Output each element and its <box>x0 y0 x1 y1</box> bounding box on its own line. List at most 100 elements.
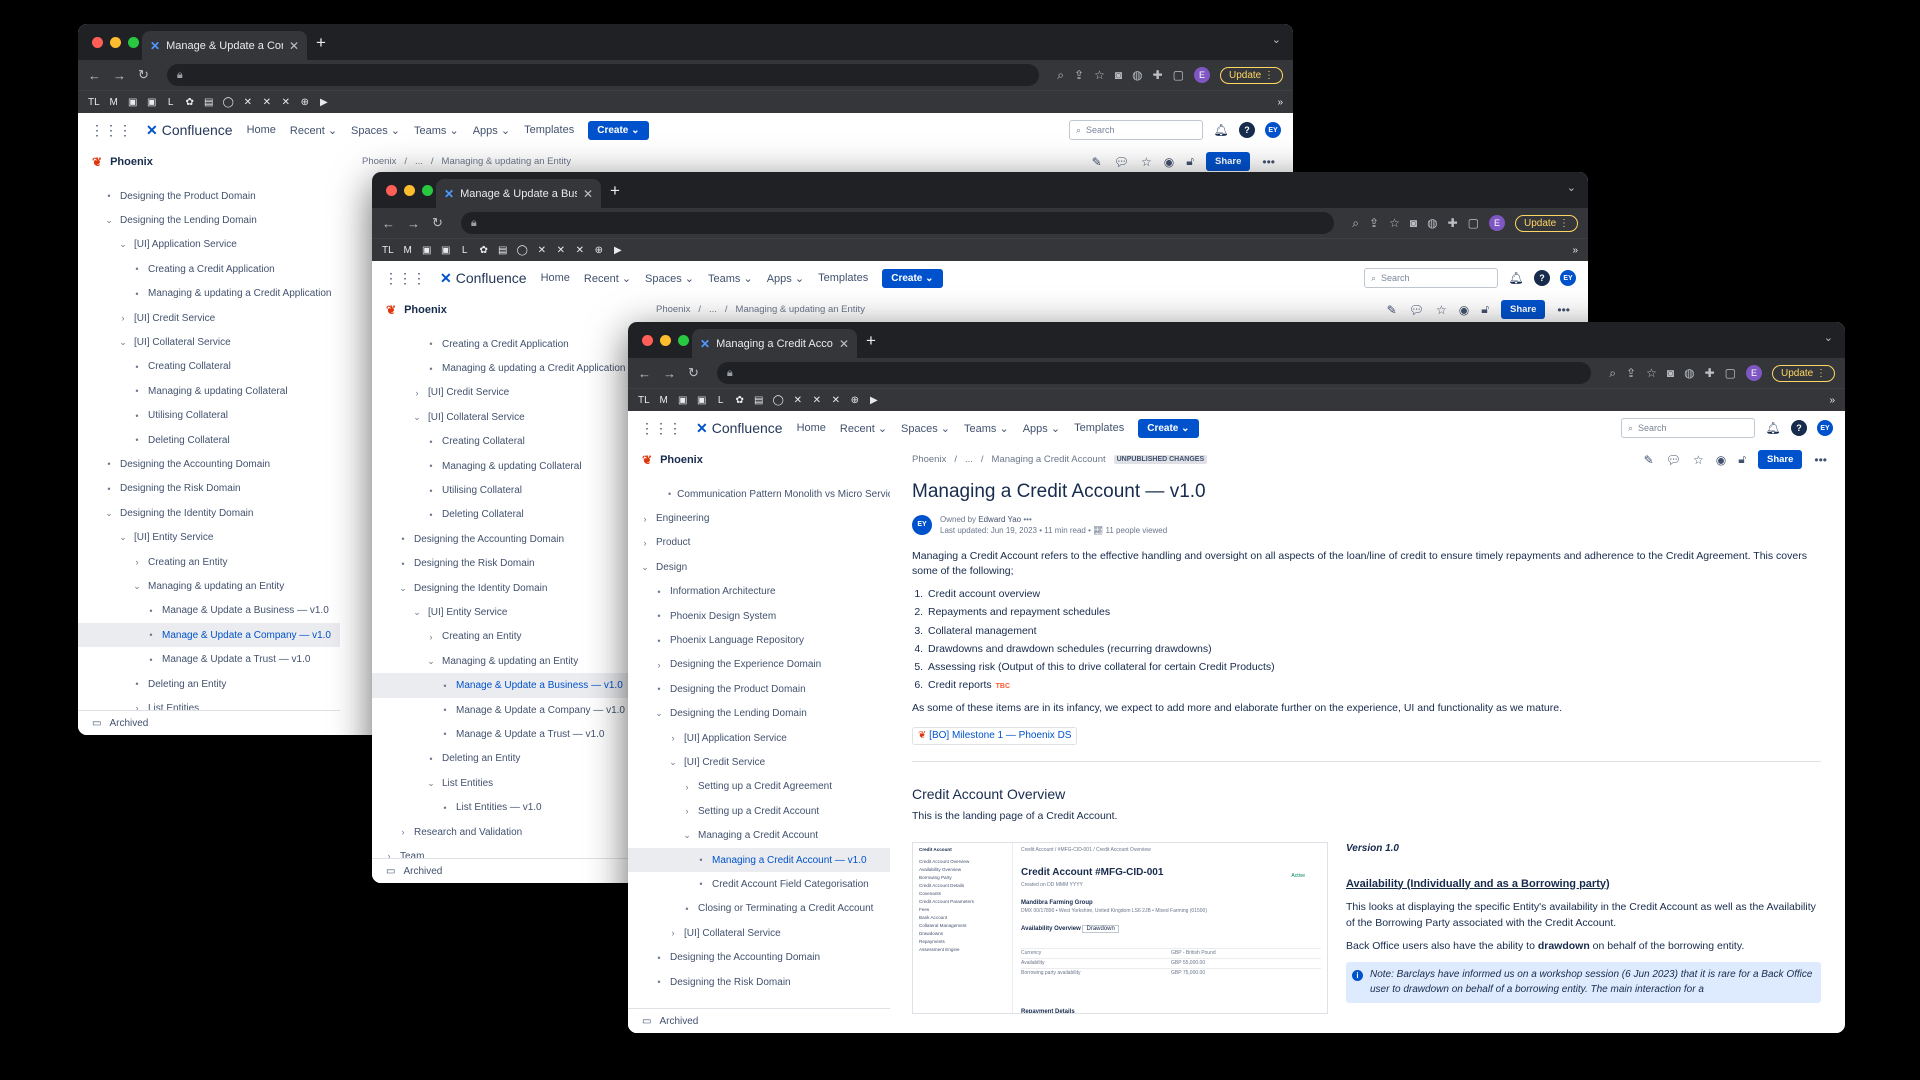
nav-item-apps[interactable]: Apps ⌄ <box>1023 422 1060 435</box>
back-icon[interactable]: ← <box>88 68 101 83</box>
bookmark-star-icon[interactable]: ☆ <box>1389 216 1400 230</box>
bookmark-item[interactable]: ▤ <box>498 245 508 256</box>
profile-avatar[interactable]: E <box>1745 365 1762 381</box>
camera-icon[interactable]: ◙ <box>1115 68 1122 82</box>
nav-item-home[interactable]: Home <box>541 272 570 285</box>
chevron-down-icon[interactable]: ⌄ <box>640 562 650 573</box>
tree-item[interactable]: ⌄ Designing the Identity Domain <box>78 501 340 525</box>
nav-item-recent[interactable]: Recent ⌄ <box>840 422 887 435</box>
tree-item[interactable]: • Phoenix Language Repository <box>628 628 890 652</box>
bookmark-item[interactable]: ✕ <box>537 245 547 256</box>
puzzle-icon[interactable]: ✚ <box>1705 366 1715 380</box>
restrictions-icon[interactable]: 🔓︎ <box>1186 154 1194 169</box>
nav-item-templates[interactable]: Templates <box>524 124 574 137</box>
breadcrumb-item[interactable]: Managing a Credit Account <box>992 454 1106 465</box>
bookmark-item[interactable]: ✕ <box>575 245 585 256</box>
minimize-window-button[interactable] <box>110 37 121 48</box>
nav-item-spaces[interactable]: Spaces ⌄ <box>901 422 950 435</box>
zoom-icon[interactable]: ⌕ <box>1057 68 1064 83</box>
tree-item[interactable]: • Designing the Accounting Domain <box>372 527 634 551</box>
unpublished-badge[interactable]: UNPUBLISHED CHANGES <box>1113 455 1208 464</box>
bookmark-item[interactable]: ▶ <box>319 97 329 108</box>
tab-close-icon[interactable]: ✕ <box>839 337 849 351</box>
maximize-window-button[interactable] <box>128 37 139 48</box>
chevron-right-icon[interactable]: › <box>426 632 436 642</box>
tree-item[interactable]: › Creating an Entity <box>372 625 634 649</box>
bookmark-item[interactable]: ◯ <box>517 245 528 256</box>
bookmark-item[interactable]: ✕ <box>262 97 272 108</box>
edit-icon[interactable]: ✎ <box>1644 453 1654 467</box>
breadcrumb-item[interactable]: Managing & updating an Entity <box>442 156 571 167</box>
bookmark-item[interactable]: ✕ <box>793 395 803 406</box>
nav-item-teams[interactable]: Teams ⌄ <box>964 422 1009 435</box>
tree-item[interactable]: › Product <box>628 531 890 555</box>
nav-item-spaces[interactable]: Spaces ⌄ <box>351 124 400 137</box>
tree-item[interactable]: • Managing a Credit Account — v1.0 <box>628 847 890 873</box>
comment-icon[interactable]: 💬︎ <box>1114 155 1129 169</box>
bookmark-star-icon[interactable]: ☆ <box>1646 366 1657 380</box>
chevron-right-icon[interactable]: › <box>668 928 678 938</box>
bookmark-item[interactable]: M <box>403 245 413 256</box>
chevron-down-icon[interactable]: ⌄ <box>398 583 408 594</box>
help-icon[interactable]: ? <box>1534 270 1550 286</box>
archived-link[interactable]: ▭ Archived <box>628 1008 890 1033</box>
extension-a-icon[interactable]: ◍ <box>1132 68 1142 82</box>
bookmarks-overflow-icon[interactable]: » <box>1572 245 1578 256</box>
tree-item[interactable]: • Manage & Update a Company — v1.0 <box>78 623 340 648</box>
tree-item[interactable]: • Phoenix Design System <box>628 604 890 628</box>
chevron-down-icon[interactable]: ⌄ <box>118 337 128 348</box>
chevron-right-icon[interactable]: › <box>640 538 650 548</box>
profile-avatar[interactable]: E <box>1488 215 1505 231</box>
bookmarks-overflow-icon[interactable]: » <box>1277 97 1283 108</box>
tree-item[interactable]: • Creating Collateral <box>78 355 340 379</box>
nav-item-apps[interactable]: Apps ⌄ <box>473 124 510 137</box>
close-window-button[interactable] <box>386 185 397 196</box>
tree-item[interactable]: › Setting up a Credit Account <box>628 799 890 823</box>
breadcrumb-item[interactable]: ... <box>709 304 717 315</box>
bookmark-item[interactable]: TL <box>88 97 100 108</box>
tree-item[interactable]: • Managing & updating a Credit Applicatio… <box>372 356 634 380</box>
bookmark-item[interactable]: ▣ <box>678 395 688 406</box>
tree-item[interactable]: › Research and Validation <box>372 820 634 844</box>
create-button[interactable]: Create ⌄ <box>882 268 943 288</box>
bookmark-item[interactable]: ✿ <box>479 245 489 256</box>
embedded-screenshot[interactable]: Credit Account Credit Account Overview Av… <box>912 842 1328 1014</box>
tree-item[interactable]: › [UI] Collateral Service <box>628 921 890 945</box>
tree-item[interactable]: • Closing or Terminating a Credit Account <box>628 897 890 921</box>
owner-avatar[interactable]: EY <box>912 515 932 536</box>
zoom-icon[interactable]: ⌕ <box>1352 216 1359 231</box>
chevron-right-icon[interactable]: › <box>682 782 692 792</box>
chevron-down-icon[interactable]: ⌄ <box>426 778 436 789</box>
share-page-icon[interactable]: ⇪ <box>1074 68 1084 82</box>
nav-item-templates[interactable]: Templates <box>818 272 868 285</box>
more-actions-icon[interactable]: ••• <box>1262 155 1275 169</box>
tree-item[interactable]: ⌄ [UI] Entity Service <box>78 525 340 549</box>
sidepanel-icon[interactable]: ▢ <box>1725 366 1736 380</box>
chevron-right-icon[interactable]: › <box>118 313 128 323</box>
bookmarks-overflow-icon[interactable]: » <box>1829 395 1835 406</box>
share-page-icon[interactable]: ⇪ <box>1369 216 1379 230</box>
tree-item[interactable]: • Deleting Collateral <box>78 428 340 452</box>
owner-name[interactable]: Edward Yao <box>978 515 1021 524</box>
app-switcher-icon[interactable]: ⋮⋮⋮ <box>640 420 682 437</box>
bookmark-item[interactable]: ◯ <box>773 395 784 406</box>
bookmark-item[interactable]: ✕ <box>831 395 841 406</box>
nav-item-spaces[interactable]: Spaces ⌄ <box>645 272 694 285</box>
tree-item[interactable]: • Utilising Collateral <box>78 404 340 428</box>
browser-tab[interactable]: ✕ Manage & Update a Company ✕ <box>142 31 307 60</box>
tree-item[interactable]: › Setting up a Credit Agreement <box>628 775 890 799</box>
app-switcher-icon[interactable]: ⋮⋮⋮ <box>90 122 132 139</box>
tab-search-chevron-icon[interactable]: ⌄ <box>1567 181 1576 194</box>
new-tab-icon[interactable]: + <box>610 181 620 201</box>
help-icon[interactable]: ? <box>1239 122 1255 138</box>
confluence-logo[interactable]: ✕ Confluence <box>696 420 783 437</box>
camera-icon[interactable]: ◙ <box>1410 216 1417 230</box>
tree-item[interactable]: • Designing the Risk Domain <box>372 552 634 576</box>
star-icon[interactable]: ☆ <box>1141 155 1152 169</box>
archived-link[interactable]: ▭ Archived <box>372 858 634 883</box>
nav-item-recent[interactable]: Recent ⌄ <box>290 124 337 137</box>
tree-item[interactable]: • Manage & Update a Trust — v1.0 <box>78 647 340 671</box>
chevron-down-icon[interactable]: ⌄ <box>132 581 142 592</box>
breadcrumb-item[interactable]: Managing & updating an Entity <box>736 304 865 315</box>
tree-item[interactable]: ⌄ Design <box>628 555 890 579</box>
